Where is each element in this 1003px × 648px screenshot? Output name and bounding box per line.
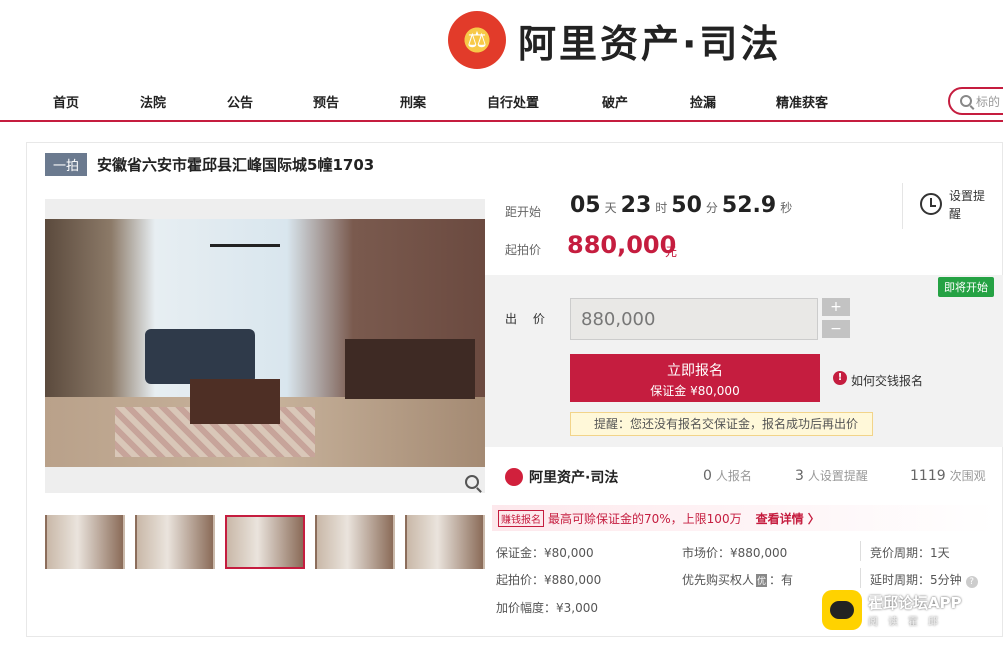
watermark: 霍邱论坛APP 阅读霍邱 (822, 590, 962, 630)
search-placeholder: 标的 (976, 94, 1001, 109)
nav-home[interactable]: 首页 (53, 92, 79, 111)
info-icon: ! (833, 371, 847, 385)
search-input[interactable]: 标的 (948, 87, 1003, 115)
increase-bid-button[interactable]: + (822, 298, 850, 316)
how-to-pay-link[interactable]: 如何交钱报名 (851, 372, 923, 389)
view-count: 1119 次围观 (910, 467, 986, 484)
certificate-icon: 优 (756, 574, 768, 587)
help-icon[interactable]: ? (965, 576, 978, 588)
title-row: 一拍 安徽省六安市霍邱县汇峰国际城5幢1703 (45, 153, 374, 176)
thumbnail[interactable] (45, 515, 125, 569)
signup-count: 0 人报名 (703, 467, 752, 484)
nav-self-disposal[interactable]: 自行处置 (487, 92, 539, 111)
room-photo (45, 219, 485, 467)
brand-logo-icon (505, 468, 523, 486)
nav-bargain[interactable]: 捡漏 (690, 92, 716, 111)
promo-text: 最高可赊保证金的70%，上限100万 (548, 511, 742, 526)
watermark-subtitle: 阅读霍邱 (868, 617, 948, 628)
countdown-unit: 时 (655, 201, 668, 215)
info-delay: 延时周期：5分钟? (870, 571, 978, 588)
countdown-unit: 分 (705, 201, 718, 215)
promo-details-link[interactable]: 查看详情 〉 (756, 510, 820, 527)
view-count-label: 次围观 (949, 469, 986, 483)
view-count-num: 1119 (910, 468, 946, 484)
main-photo[interactable] (45, 199, 485, 493)
decrease-bid-button[interactable]: − (822, 320, 850, 338)
countdown-days: 05 (570, 193, 601, 218)
thumbnail[interactable] (135, 515, 215, 569)
bid-label: 出 价 (505, 312, 551, 326)
search-icon (960, 95, 972, 107)
brand-name: 阿里资产·司法 (529, 470, 619, 486)
nav-bankruptcy[interactable]: 破产 (602, 92, 628, 111)
info-market-price: 市场价：¥880,000 (682, 546, 788, 560)
zoom-icon[interactable] (465, 475, 479, 489)
countdown-hours: 23 (620, 193, 652, 218)
countdown-seconds: 52.9 (721, 193, 777, 218)
countdown-unit: 秒 (780, 201, 793, 215)
signup-button[interactable]: 立即报名 保证金 ¥80,000 (570, 354, 820, 402)
divider (860, 541, 861, 561)
info-priority: 优先购买权人优：有 (682, 571, 793, 588)
brand-small: 阿里资产·司法 (505, 467, 618, 487)
info-priority-value: ：有 (769, 573, 794, 587)
chat-bubble-icon (822, 590, 862, 630)
divider (902, 183, 903, 229)
info-increment: 加价幅度：¥3,000 (496, 601, 598, 615)
start-price-value: 880,000 (567, 231, 677, 259)
main-nav: 首页 法院 公告 预告 刑案 自行处置 破产 捡漏 精准获客 标的 (0, 80, 1003, 122)
info-deposit: 保证金：¥80,000 (496, 546, 594, 560)
start-price-label: 起拍价 (505, 243, 542, 257)
thumbnail[interactable] (315, 515, 395, 569)
bid-input[interactable] (570, 298, 818, 340)
signup-tip: 提醒：您还没有报名交保证金，报名成功后再出价 (570, 412, 873, 436)
signup-count-num: 0 (703, 468, 712, 484)
signup-count-label: 人报名 (715, 469, 752, 483)
countdown: 05 天 23 时 50 分 52.9 秒 (570, 193, 796, 218)
countdown-label: 距开始 (505, 205, 542, 219)
nav-preview[interactable]: 预告 (313, 92, 339, 111)
info-delay-text: 延时周期：5分钟 (870, 573, 962, 587)
reminder-count-num: 3 (795, 468, 804, 484)
info-start-price: 起拍价：¥880,000 (496, 573, 602, 587)
set-reminder-link[interactable]: 设置提醒 (949, 187, 989, 223)
countdown-minutes: 50 (671, 193, 702, 218)
signup-label: 立即报名 (667, 363, 723, 379)
thumbnail-strip (45, 515, 485, 571)
info-priority-label: 优先购买权人 (682, 573, 755, 587)
thumbnail-selected[interactable] (225, 515, 305, 569)
thumbnail[interactable] (405, 515, 485, 569)
status-badge: 即将开始 (938, 277, 994, 297)
bid-area: 即将开始 出 价 + − 立即报名 保证金 ¥80,000 ! 如何交钱报名 提… (485, 275, 1003, 447)
reminder-count-label: 人设置提醒 (807, 469, 868, 483)
nav-courts[interactable]: 法院 (140, 92, 166, 111)
promo-tag: 赚钱报名 (498, 509, 544, 527)
start-price-unit: 元 (665, 245, 678, 259)
watermark-title: 霍邱论坛APP (868, 594, 962, 612)
nav-criminal[interactable]: 刑案 (400, 92, 426, 111)
reminder-count: 3 人设置提醒 (795, 467, 868, 484)
court-emblem-icon: ⚖ (448, 11, 506, 69)
nav-announcements[interactable]: 公告 (227, 92, 253, 111)
info-cycle: 竞价周期：1天 (870, 546, 950, 560)
site-logo[interactable]: ⚖ 阿里资产·司法 (448, 8, 781, 72)
nav-customer[interactable]: 精准获客 (776, 92, 828, 111)
deposit-line: 保证金 ¥80,000 (650, 384, 740, 398)
logo-text: 阿里资产·司法 (518, 21, 782, 66)
promo-bar: 赚钱报名 最高可赊保证金的70%，上限100万 查看详情 〉 (492, 505, 997, 531)
round-tag: 一拍 (45, 153, 88, 176)
item-title: 安徽省六安市霍邱县汇峰国际城5幢1703 (97, 156, 375, 174)
auction-panel: 一拍 安徽省六安市霍邱县汇峰国际城5幢1703 距开始 05 天 23 时 50… (26, 142, 1003, 637)
divider (860, 568, 861, 588)
countdown-unit: 天 (604, 201, 617, 215)
alarm-clock-icon[interactable] (920, 193, 942, 215)
